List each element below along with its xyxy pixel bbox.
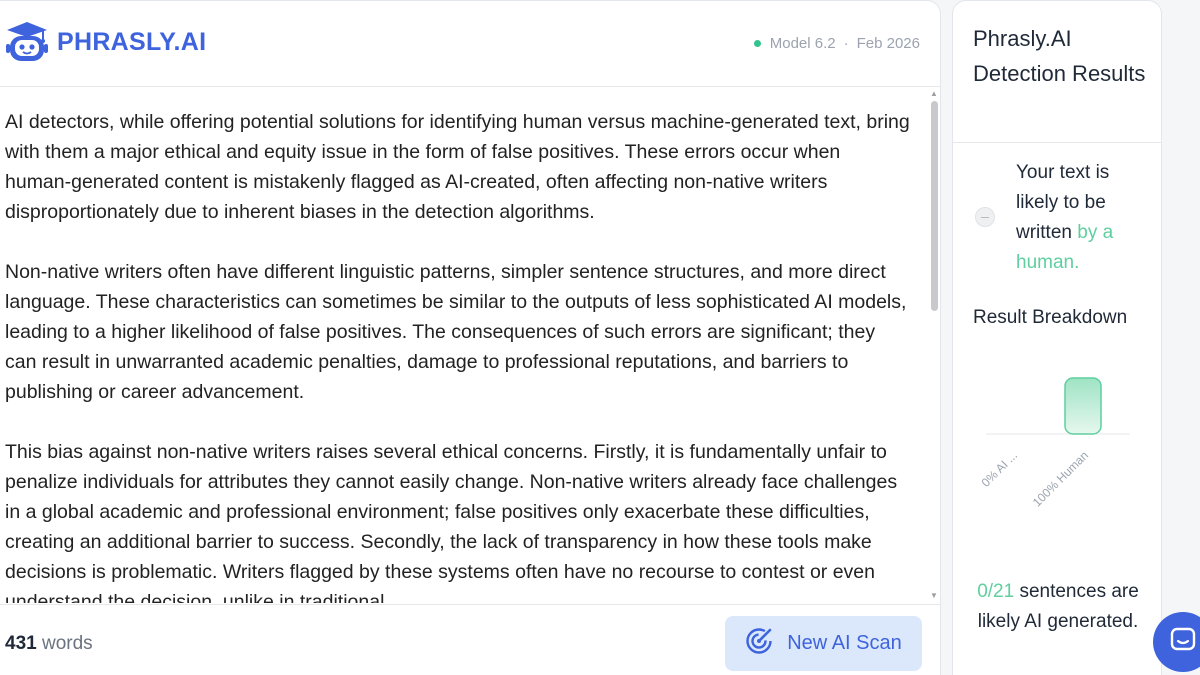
results-divider bbox=[953, 142, 1161, 143]
scrollbar-thumb[interactable] bbox=[931, 101, 938, 311]
editor-footer: 431 words New AI Scan bbox=[0, 604, 940, 675]
summary-fraction: 0/21 bbox=[977, 581, 1015, 602]
summary-ai: AI bbox=[1024, 611, 1043, 632]
document-text-area[interactable]: AI detectors, while offering potential s… bbox=[5, 107, 910, 603]
status-dot-icon bbox=[753, 40, 761, 47]
word-count: 431 words bbox=[5, 633, 93, 655]
model-version: Model 6.2 bbox=[769, 35, 836, 52]
chart-bar bbox=[1064, 377, 1102, 435]
model-date: Feb 2026 bbox=[856, 35, 920, 52]
new-ai-scan-button[interactable]: New AI Scan bbox=[725, 616, 922, 671]
summary-text-2: generated. bbox=[1042, 611, 1139, 632]
new-ai-scan-label: New AI Scan bbox=[787, 632, 902, 654]
robot-graduate-icon bbox=[5, 21, 49, 63]
text-scrollbar[interactable]: ▲ ▼ bbox=[928, 89, 940, 604]
chart-tick-label: 0% AI ... bbox=[979, 448, 1021, 490]
paragraph: AI detectors, while offering potential s… bbox=[5, 111, 910, 223]
editor-header: PHRASLY.AI Model 6.2 · Feb 2026 bbox=[0, 1, 940, 87]
radar-scan-icon bbox=[745, 627, 787, 661]
word-count-label: words bbox=[36, 633, 93, 654]
editor-panel: PHRASLY.AI Model 6.2 · Feb 2026 AI detec… bbox=[0, 0, 941, 675]
paragraph: Non-native writers often have different … bbox=[5, 261, 907, 403]
result-summary: 0/21 sentences are likely AI generated. bbox=[973, 577, 1143, 637]
model-info: Model 6.2 · Feb 2026 bbox=[753, 35, 920, 52]
scroll-up-icon[interactable]: ▲ bbox=[930, 90, 938, 98]
scroll-down-icon[interactable]: ▼ bbox=[930, 592, 938, 600]
results-title: Phrasly.AI Detection Results bbox=[973, 26, 1146, 86]
breakdown-chart: 0% AI ... 100% Human bbox=[979, 377, 1130, 510]
paragraph: This bias against non-native writers rai… bbox=[5, 441, 898, 603]
results-panel: Phrasly.AI Detection Results Your text i… bbox=[952, 0, 1162, 675]
chart-tick-label: 100% Human bbox=[1030, 448, 1091, 509]
separator: · bbox=[843, 35, 849, 52]
neutral-status-icon bbox=[975, 207, 995, 227]
verdict-text: Your text is likely to be written by a h… bbox=[1016, 158, 1146, 278]
logo-text: PHRASLY.AI bbox=[57, 27, 207, 56]
chat-icon bbox=[1169, 626, 1197, 659]
brand-logo[interactable]: PHRASLY.AI bbox=[5, 21, 206, 63]
word-count-value: 431 bbox=[5, 633, 37, 654]
breakdown-title: Result Breakdown bbox=[973, 307, 1128, 328]
